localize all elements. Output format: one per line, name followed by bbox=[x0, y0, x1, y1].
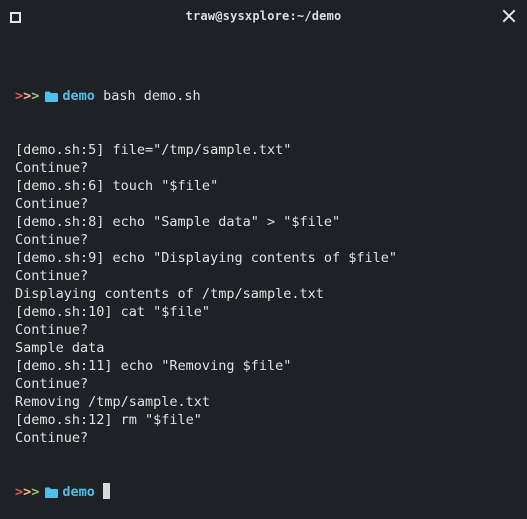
output-line: [demo.sh:10] cat "$file" bbox=[15, 304, 211, 320]
command-text: bash demo.sh bbox=[103, 88, 201, 104]
terminal-output[interactable]: >>> demo bash demo.sh [demo.sh:5] file="/… bbox=[15, 51, 520, 519]
prompt-directory: demo bbox=[62, 88, 95, 104]
prompt-arrows: >>> bbox=[15, 484, 40, 500]
output-line: Continue? bbox=[15, 196, 89, 212]
prompt-arrows: >>> bbox=[15, 88, 40, 104]
output-line: [demo.sh:6] touch "$file" bbox=[15, 178, 219, 194]
text-cursor bbox=[102, 483, 110, 499]
prompt-line: >>> demo bash demo.sh bbox=[15, 87, 520, 105]
output-line: [demo.sh:11] echo "Removing $file" bbox=[15, 358, 292, 374]
final-prompt-line: >>> demo bbox=[15, 483, 520, 501]
output-line: Continue? bbox=[15, 376, 89, 392]
output-line: [demo.sh:8] echo "Sample data" > "$file" bbox=[15, 214, 341, 230]
output-line: Continue? bbox=[15, 232, 89, 248]
output-line: [demo.sh:9] echo "Displaying contents of… bbox=[15, 250, 398, 266]
window-title: traw@sysxplore:~/demo bbox=[185, 9, 342, 23]
title-bar: traw@sysxplore:~/demo bbox=[0, 0, 527, 34]
output-line: Removing /tmp/sample.txt bbox=[15, 394, 211, 410]
output-line: Continue? bbox=[15, 430, 89, 446]
close-icon[interactable] bbox=[502, 9, 516, 23]
output-line: [demo.sh:5] file="/tmp/sample.txt" bbox=[15, 142, 292, 158]
output-line: Displaying contents of /tmp/sample.txt bbox=[15, 286, 324, 302]
folder-icon bbox=[45, 91, 59, 102]
output-line: [demo.sh:12] rm "$file" bbox=[15, 412, 202, 428]
folder-icon bbox=[45, 487, 59, 498]
prompt-directory: demo bbox=[62, 484, 95, 500]
output-line: Sample data bbox=[15, 340, 105, 356]
output-line: Continue? bbox=[15, 160, 89, 176]
output-line: Continue? bbox=[15, 268, 89, 284]
output-line: Continue? bbox=[15, 322, 89, 338]
output-lines: [demo.sh:5] file="/tmp/sample.txt" Contin… bbox=[15, 141, 520, 447]
